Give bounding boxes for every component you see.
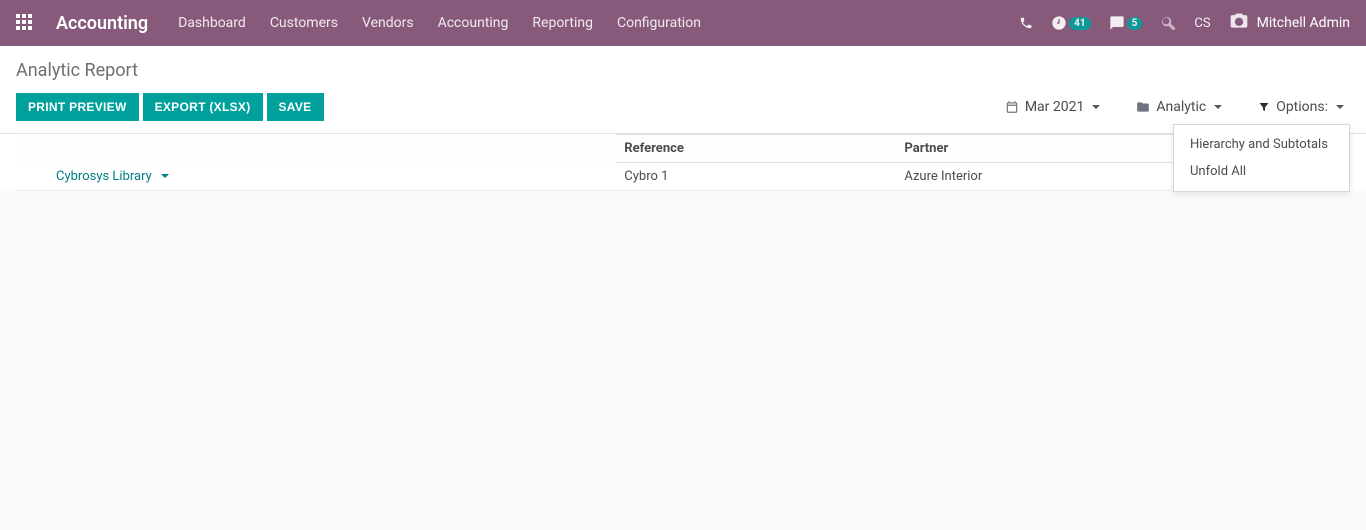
caret-down-icon [161,174,169,178]
cell-partner: Azure Interior [896,163,1189,191]
nav-right: 41 5 CS Mitchell Admin [1019,11,1350,35]
period-filter[interactable]: Mar 2021 [999,95,1107,119]
folder-icon [1136,100,1150,114]
print-preview-button[interactable]: PRINT PREVIEW [16,93,139,121]
report-table: Reference Partner Balance Cybrosys Libra… [16,134,1350,191]
company-switch[interactable]: CS [1194,16,1210,31]
col-reference: Reference [616,135,896,163]
options-dropdown: Hierarchy and Subtotals Unfold All [1173,124,1350,192]
caret-down-icon [1214,105,1222,109]
grouping-label: Analytic [1156,99,1206,115]
activities-icon[interactable]: 41 [1051,15,1090,31]
option-hierarchy-subtotals[interactable]: Hierarchy and Subtotals [1174,131,1349,158]
activities-badge: 41 [1069,17,1090,30]
option-unfold-all[interactable]: Unfold All [1174,158,1349,185]
caret-down-icon [1092,105,1100,109]
grouping-filter[interactable]: Analytic [1130,95,1228,119]
page-title: Analytic Report [0,46,1366,87]
report-filters: Mar 2021 Analytic Options: Hierarchy and… [999,95,1350,119]
nav-menu: Dashboard Customers Vendors Accounting R… [178,15,1019,31]
export-xlsx-button[interactable]: EXPORT (XLSX) [143,93,263,121]
table-row: Cybrosys Library Cybro 1 Azure Interior … [16,163,1350,191]
nav-customers[interactable]: Customers [270,15,338,31]
nav-vendors[interactable]: Vendors [362,15,414,31]
account-toggle[interactable]: Cybrosys Library [16,163,616,191]
navbar: Accounting Dashboard Customers Vendors A… [0,0,1366,46]
user-menu[interactable]: Mitchell Admin [1229,11,1350,35]
user-name: Mitchell Admin [1257,15,1350,31]
table-header-row: Reference Partner Balance [16,135,1350,163]
nav-accounting[interactable]: Accounting [438,15,509,31]
save-button[interactable]: SAVE [267,93,324,121]
col-account [16,135,616,163]
nav-configuration[interactable]: Configuration [617,15,701,31]
caret-down-icon [1336,105,1344,109]
report-area: Reference Partner Balance Cybrosys Libra… [0,134,1366,191]
camera-icon [1229,11,1249,35]
options-filter[interactable]: Options: Hierarchy and Subtotals Unfold … [1252,95,1350,119]
calendar-icon [1005,100,1019,114]
cell-reference: Cybro 1 [616,163,896,191]
app-brand[interactable]: Accounting [56,13,148,34]
apps-icon[interactable] [16,14,34,32]
col-partner: Partner [896,135,1189,163]
phone-icon[interactable] [1019,16,1033,30]
messages-icon[interactable]: 5 [1109,15,1143,31]
nav-dashboard[interactable]: Dashboard [178,15,246,31]
period-label: Mar 2021 [1025,99,1085,115]
funnel-icon [1258,101,1270,113]
account-name: Cybrosys Library [56,169,152,184]
messages-badge: 5 [1127,17,1143,30]
options-label: Options: [1276,99,1328,115]
tools-icon[interactable] [1160,15,1176,31]
nav-reporting[interactable]: Reporting [532,15,593,31]
control-panel: Analytic Report PRINT PREVIEW EXPORT (XL… [0,46,1366,134]
toolbar: PRINT PREVIEW EXPORT (XLSX) SAVE Mar 202… [0,87,1366,133]
